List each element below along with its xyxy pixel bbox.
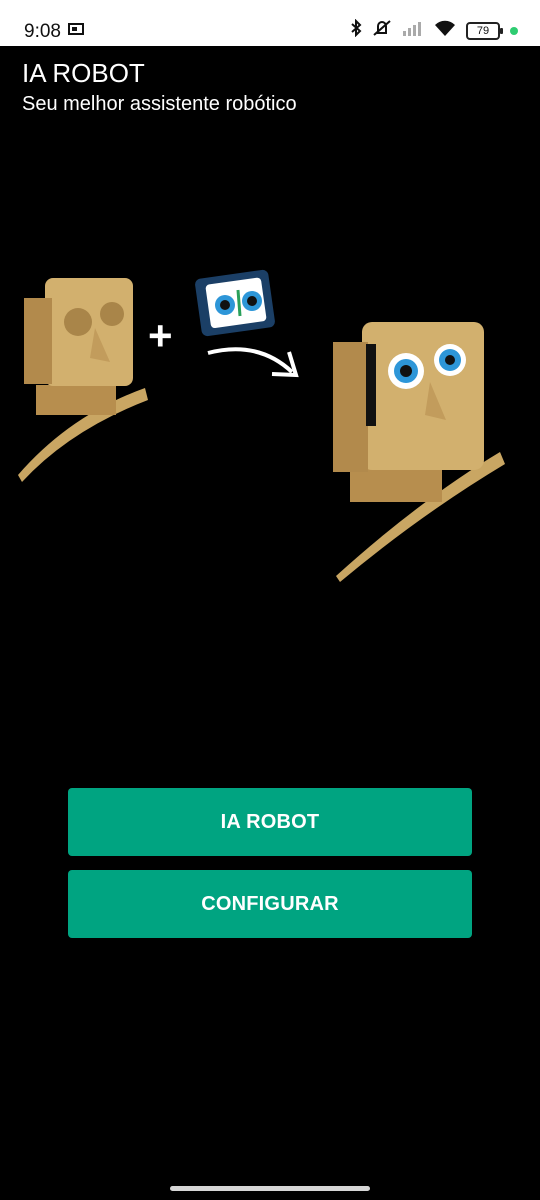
robot-illustration: + (18, 269, 505, 582)
battery-icon: 79 (466, 21, 503, 40)
phone-with-eyes-image (195, 269, 275, 337)
robot-with-phone-image (333, 322, 505, 582)
cellular-signal-icon (402, 19, 424, 42)
status-time: 9:08 (24, 21, 61, 42)
arrow-icon (207, 347, 294, 374)
app-subtitle: Seu melhor assistente robótico (22, 93, 297, 115)
status-bar: 9:08 79 (0, 0, 540, 46)
configure-button[interactable]: CONFIGURAR (68, 870, 472, 938)
plus-sign: + (148, 312, 173, 359)
home-indicator[interactable] (170, 1186, 370, 1191)
screen-mirror-icon (68, 22, 84, 43)
plain-robot-image (18, 278, 148, 482)
app-title: IA ROBOT (22, 58, 145, 88)
privacy-indicator-dot (510, 26, 518, 35)
ia-robot-button[interactable]: IA ROBOT (68, 788, 472, 856)
bluetooth-icon (350, 18, 362, 42)
wifi-icon (434, 19, 456, 42)
do-not-disturb-icon (372, 19, 392, 42)
